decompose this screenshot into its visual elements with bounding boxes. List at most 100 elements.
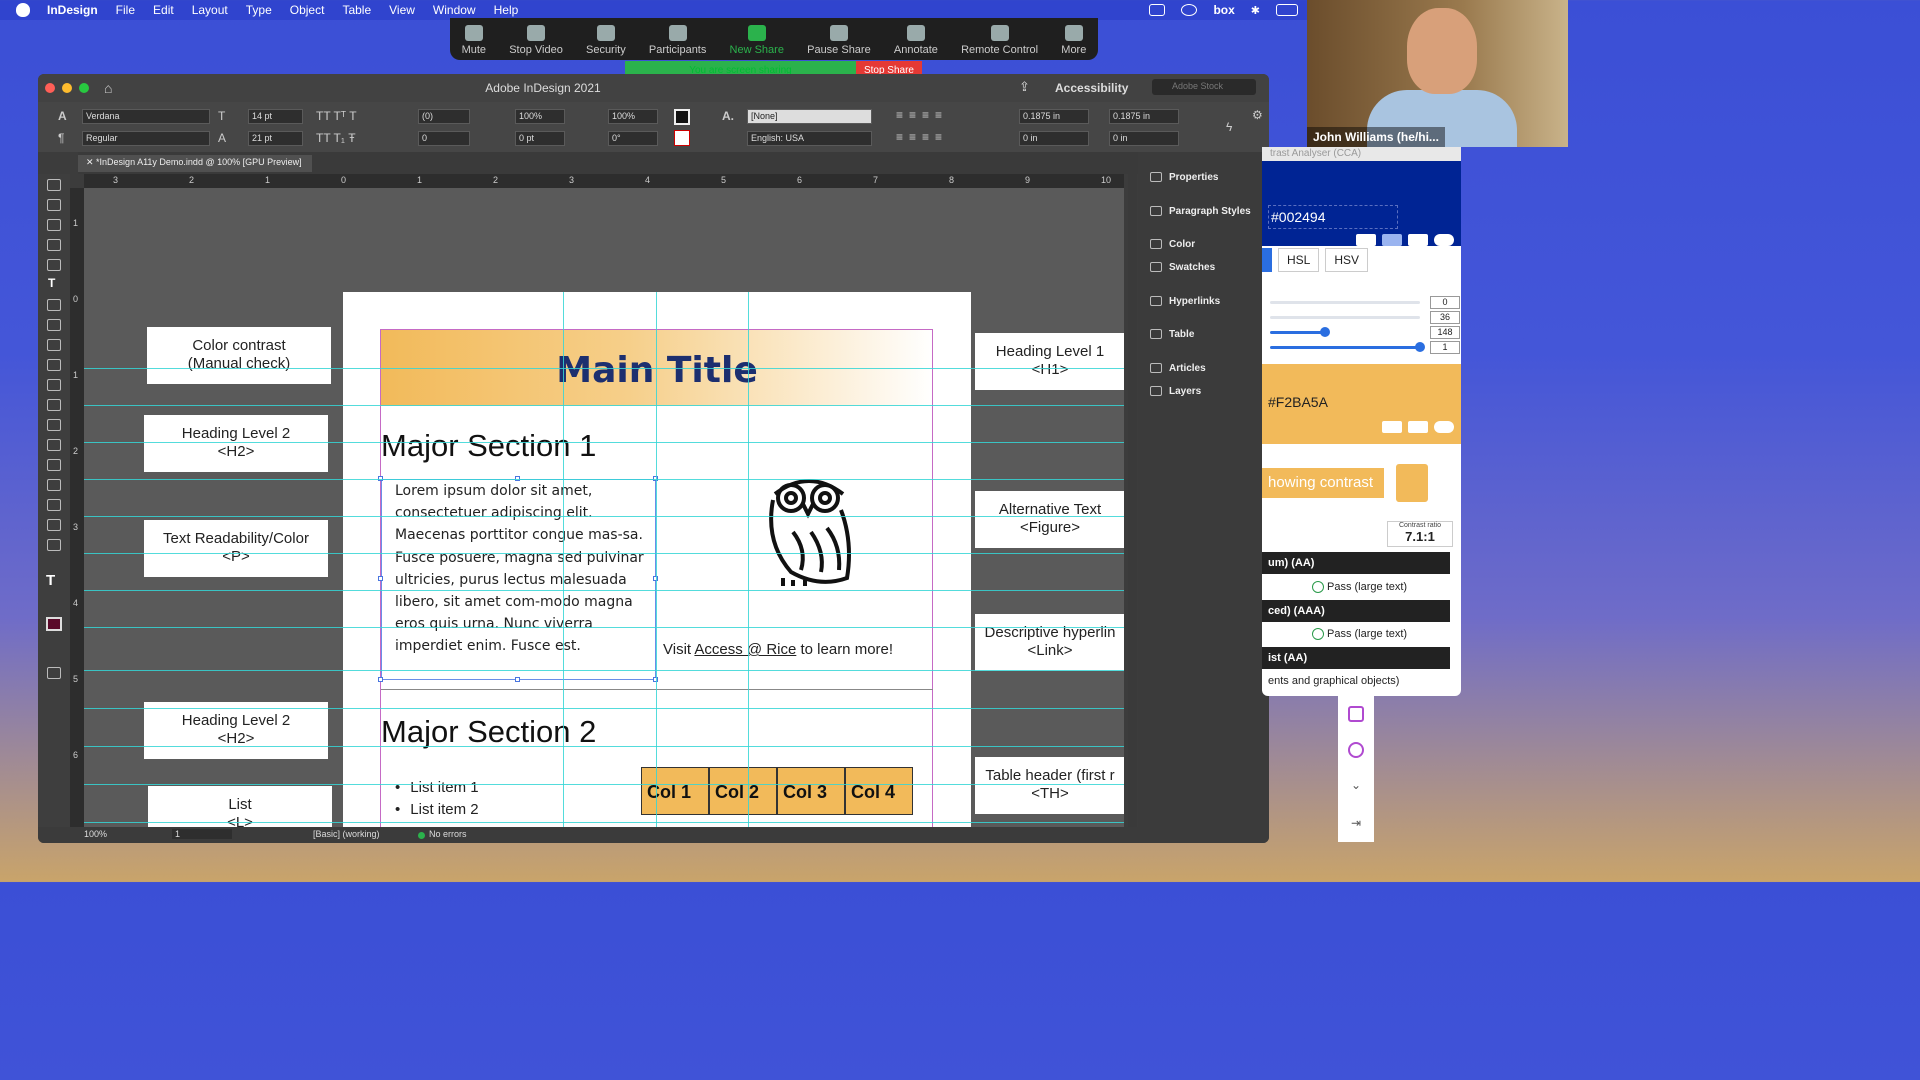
paragraph-mode-icon[interactable]: ¶: [58, 131, 64, 145]
callout-heading-2-b[interactable]: Heading Level 2 <H2>: [144, 702, 328, 759]
document-tab[interactable]: ✕ *InDesign A11y Demo.indd @ 100% [GPU P…: [78, 155, 312, 172]
aaa-result-bar[interactable]: ced) (AAA): [1262, 600, 1450, 622]
tab-hsl[interactable]: HSL: [1278, 248, 1320, 272]
green-value[interactable]: 36: [1430, 311, 1460, 324]
pause-share-button[interactable]: Pause Share: [807, 25, 871, 56]
rectangle-tool-icon[interactable]: [47, 379, 61, 391]
collapse-icon[interactable]: ⌄: [1348, 778, 1364, 794]
fill-color-swatch[interactable]: [674, 109, 690, 125]
showing-contrast-button[interactable]: howing contrast: [1262, 468, 1384, 498]
red-slider[interactable]: [1270, 301, 1420, 304]
font-style-field[interactable]: Regular: [82, 131, 210, 146]
scissors-tool-icon[interactable]: [47, 399, 61, 411]
font-size-field[interactable]: 14 pt: [248, 109, 303, 124]
apple-icon[interactable]: [16, 3, 30, 17]
preflight-profile[interactable]: [Basic] (working): [313, 829, 380, 839]
menu-file[interactable]: File: [107, 3, 144, 17]
menu-layout[interactable]: Layout: [183, 3, 237, 17]
table-header-cell[interactable]: Col 4: [845, 767, 913, 815]
line-tool-icon[interactable]: [47, 299, 61, 311]
alpha-value[interactable]: 1: [1430, 341, 1460, 354]
eyedropper-icon[interactable]: [1408, 234, 1428, 246]
free-transform-tool-icon[interactable]: [47, 419, 61, 431]
callout-table-header[interactable]: Table header (first r <TH>: [975, 757, 1124, 814]
selection-tool-icon[interactable]: [47, 179, 61, 191]
horizontal-scale-field[interactable]: 100%: [608, 109, 658, 124]
note-tool-icon[interactable]: [47, 479, 61, 491]
character-style-field[interactable]: [None]: [747, 109, 872, 124]
section-1-heading[interactable]: Major Section 1: [381, 428, 596, 464]
share-doc-icon[interactable]: ⇪: [1019, 79, 1030, 95]
remote-control-button[interactable]: Remote Control: [961, 25, 1038, 56]
fill-swatch-icon[interactable]: [46, 617, 62, 631]
small-caps-icon[interactable]: TT T₁ Ŧ: [316, 131, 356, 145]
callout-text-readability[interactable]: Text Readability/Color <P>: [144, 520, 328, 577]
page-tool-icon[interactable]: [47, 219, 61, 231]
accessibility-icon[interactable]: [1348, 742, 1364, 758]
security-button[interactable]: Security: [586, 25, 626, 56]
pen-tool-icon[interactable]: [47, 319, 61, 331]
chart-icon[interactable]: [1396, 464, 1428, 502]
stop-video-button[interactable]: Stop Video: [509, 25, 563, 56]
rectangle-frame-tool-icon[interactable]: [47, 359, 61, 371]
new-share-button[interactable]: New Share: [730, 25, 784, 56]
list-item[interactable]: List item 1: [395, 777, 478, 799]
leading-field[interactable]: 21 pt: [248, 131, 303, 146]
language-field[interactable]: English: USA: [747, 131, 872, 146]
owl-figure-image[interactable]: [761, 472, 857, 588]
foreground-hex-input[interactable]: #002494: [1268, 205, 1398, 229]
left-indent-field[interactable]: 0.1875 in: [1019, 109, 1089, 124]
table[interactable]: Col 1 Col 2 Col 3 Col 4: [641, 767, 913, 815]
section-2-heading[interactable]: Major Section 2: [381, 714, 596, 750]
callout-color-contrast[interactable]: Color contrast (Manual check): [147, 327, 331, 384]
panel-swatches[interactable]: Swatches: [1150, 262, 1215, 273]
lightning-icon[interactable]: ϟ: [1226, 120, 1232, 134]
slider-knob[interactable]: [1320, 327, 1330, 337]
blue-slider[interactable]: [1270, 327, 1330, 337]
eyedropper-tool-icon[interactable]: [47, 499, 61, 511]
table-header-cell[interactable]: Col 3: [777, 767, 845, 815]
workspace-switcher[interactable]: Accessibility: [1055, 81, 1128, 95]
panel-table[interactable]: Table: [1150, 329, 1194, 340]
aa-result-bar[interactable]: um) (AA): [1262, 552, 1450, 574]
frame-handle[interactable]: [378, 576, 383, 581]
gradient-feather-tool-icon[interactable]: [47, 459, 61, 471]
space-before-field[interactable]: 0 in: [1019, 131, 1089, 146]
swap-colors-icon[interactable]: [1356, 234, 1376, 246]
help-icon[interactable]: [1434, 234, 1454, 246]
tab-hsv[interactable]: HSV: [1325, 248, 1369, 272]
preflight-errors[interactable]: No errors: [429, 829, 467, 839]
menu-edit[interactable]: Edit: [144, 3, 183, 17]
right-indent-field[interactable]: 0.1875 in: [1109, 109, 1179, 124]
page-number-field[interactable]: 1: [172, 829, 232, 839]
frame-handle[interactable]: [378, 677, 383, 682]
alpha-slider[interactable]: [1270, 342, 1425, 352]
blue-value[interactable]: 148: [1430, 326, 1460, 339]
content-collector-icon[interactable]: [47, 259, 61, 271]
non-text-result-bar[interactable]: ist (AA): [1262, 647, 1450, 669]
menu-table[interactable]: Table: [333, 3, 380, 17]
baseline-shift-field[interactable]: 0 pt: [515, 131, 565, 146]
vertical-scrollbar[interactable]: [1128, 174, 1137, 828]
frame-handle[interactable]: [515, 677, 520, 682]
justify-buttons[interactable]: ≡≡≡≡: [896, 130, 948, 144]
table-header-cell[interactable]: Col 1: [641, 767, 709, 815]
screen-mode-icon[interactable]: [47, 667, 61, 679]
close-tab-icon[interactable]: ✕: [86, 157, 96, 167]
zoom-status-icon[interactable]: [1149, 4, 1166, 16]
more-button[interactable]: More: [1061, 25, 1086, 56]
panel-articles[interactable]: Articles: [1150, 363, 1206, 374]
pasteboard[interactable]: Main Title Major Section 1 Lorem ipsum d…: [84, 188, 1124, 828]
gradient-tool-icon[interactable]: [47, 439, 61, 451]
creative-cloud-icon[interactable]: [1181, 4, 1198, 16]
zoom-level[interactable]: 100%: [84, 829, 107, 839]
skew-field[interactable]: 0°: [608, 131, 658, 146]
table-header-cell[interactable]: Col 2: [709, 767, 777, 815]
document-page[interactable]: Main Title Major Section 1 Lorem ipsum d…: [343, 292, 971, 828]
settings-gear-icon[interactable]: ⚙: [1252, 108, 1263, 122]
stroke-color-swatch[interactable]: [674, 130, 690, 146]
exit-icon[interactable]: ⇥: [1348, 816, 1364, 832]
type-tool-icon[interactable]: T: [48, 276, 55, 290]
tracking-field[interactable]: 0: [418, 131, 470, 146]
list-item[interactable]: List item 2: [395, 799, 478, 821]
